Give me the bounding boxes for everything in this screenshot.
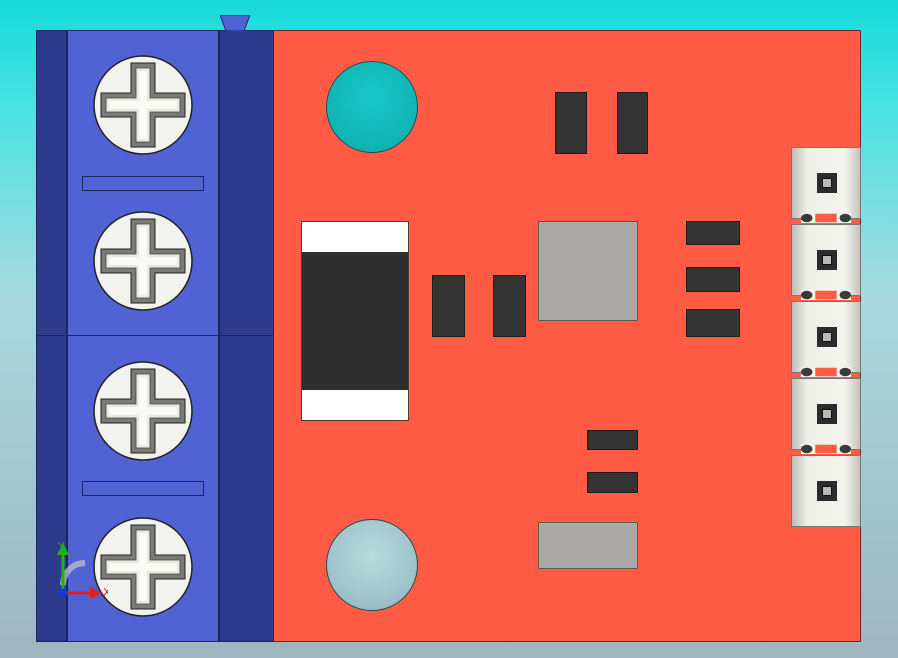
terminal-slot-top xyxy=(82,176,204,191)
screw-2-icon[interactable] xyxy=(93,211,193,311)
pin-header[interactable] xyxy=(791,147,861,527)
pin-5-square-icon xyxy=(817,481,837,501)
pin-separator-1 xyxy=(801,213,851,223)
pin-4[interactable] xyxy=(791,378,861,450)
pin-3-square-icon xyxy=(817,327,837,347)
terminal-right-strip xyxy=(219,30,274,642)
pin-5[interactable] xyxy=(791,455,861,527)
smd-resistor-1[interactable] xyxy=(555,92,587,154)
screw-4-icon[interactable] xyxy=(93,517,193,617)
pin-separator-4 xyxy=(801,444,851,454)
component-band xyxy=(302,252,408,390)
pin-3[interactable] xyxy=(791,301,861,373)
pin-separator-2 xyxy=(801,290,851,300)
axis-triad-icon: Y X xyxy=(57,540,108,599)
pin-separator-3 xyxy=(801,367,851,377)
terminal-split-line xyxy=(36,335,274,336)
mounting-hole-bottom xyxy=(326,519,418,611)
mounting-hole-top xyxy=(326,61,418,153)
smd-resistor-4[interactable] xyxy=(493,275,526,337)
electrolytic-component[interactable] xyxy=(301,221,409,421)
screw-3-icon[interactable] xyxy=(93,361,193,461)
pin-2[interactable] xyxy=(791,224,861,296)
pin-1-square-icon xyxy=(817,173,837,193)
ic-main[interactable] xyxy=(538,221,638,321)
smd-cap-3[interactable] xyxy=(686,309,740,337)
smd-resistor-2[interactable] xyxy=(617,92,648,154)
smd-cap-2[interactable] xyxy=(686,267,740,292)
pin-2-square-icon xyxy=(817,250,837,270)
ic-secondary[interactable] xyxy=(538,522,638,569)
axis-y-label: Y xyxy=(57,540,65,553)
terminal-slot-bottom xyxy=(82,481,204,496)
terminal-tab xyxy=(220,15,250,31)
screw-1-icon[interactable] xyxy=(93,55,193,155)
smd-cap-1[interactable] xyxy=(686,221,740,245)
axis-x-label: X xyxy=(103,586,108,599)
pin-1[interactable] xyxy=(791,147,861,219)
smd-cap-5[interactable] xyxy=(587,472,638,493)
smd-resistor-3[interactable] xyxy=(432,275,465,337)
smd-cap-4[interactable] xyxy=(587,430,638,450)
pin-4-square-icon xyxy=(817,404,837,424)
